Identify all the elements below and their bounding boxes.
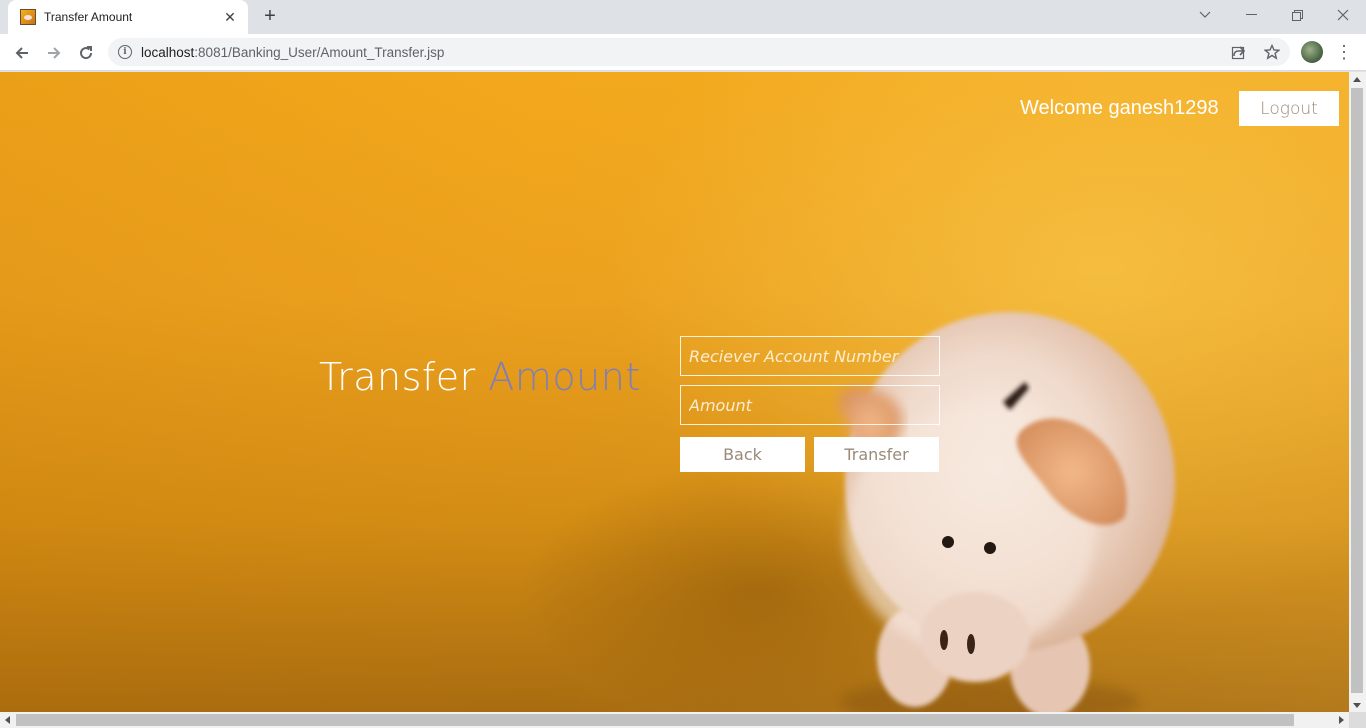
favicon-icon (20, 9, 36, 25)
scroll-down-icon[interactable] (1353, 703, 1361, 708)
share-icon[interactable] (1229, 42, 1249, 62)
restore-icon[interactable] (1274, 0, 1320, 30)
scroll-right-icon[interactable] (1339, 716, 1344, 724)
horizontal-scroll-thumb[interactable] (16, 714, 1294, 726)
browser-toolbar: i localhost:8081/Banking_User/Amount_Tra… (0, 34, 1366, 71)
page-title-word1: Transfer (319, 355, 476, 399)
vertical-scrollbar[interactable] (1349, 72, 1366, 712)
horizontal-scrollbar[interactable] (0, 712, 1349, 728)
page-title: Transfer Amount (319, 355, 641, 399)
logout-button[interactable]: Logout (1239, 91, 1339, 126)
profile-avatar[interactable] (1301, 41, 1323, 63)
amount-input[interactable] (680, 385, 940, 425)
url-host: localhost (141, 44, 195, 60)
kebab-menu-icon[interactable]: ⋮ (1334, 40, 1354, 64)
back-arrow-icon[interactable] (8, 39, 36, 67)
receiver-account-input[interactable] (680, 336, 940, 376)
transfer-button[interactable]: Transfer (814, 437, 939, 472)
browser-tab[interactable]: Transfer Amount ✕ (8, 0, 248, 34)
close-icon[interactable]: ✕ (222, 9, 238, 26)
url-path: :8081/Banking_User/Amount_Transfer.jsp (194, 44, 445, 60)
page-viewport: Welcome ganesh1298 Logout Transfer Amoun… (0, 72, 1349, 712)
vertical-scroll-thumb[interactable] (1351, 88, 1363, 693)
tab-strip: Transfer Amount ✕ + (0, 0, 1366, 34)
address-bar[interactable]: i localhost:8081/Banking_User/Amount_Tra… (108, 38, 1290, 66)
scrollbar-corner (1349, 712, 1366, 728)
close-icon[interactable] (1320, 0, 1366, 30)
minimize-icon[interactable] (1228, 0, 1274, 30)
welcome-text: Welcome ganesh1298 (1020, 97, 1219, 119)
forward-arrow-icon[interactable] (40, 39, 68, 67)
tab-title: Transfer Amount (44, 10, 133, 24)
star-icon[interactable] (1262, 42, 1282, 62)
scroll-left-icon[interactable] (5, 716, 10, 724)
plus-icon[interactable]: + (258, 5, 282, 29)
chevron-down-icon[interactable] (1182, 0, 1228, 30)
back-button[interactable]: Back (680, 437, 805, 472)
scroll-up-icon[interactable] (1353, 77, 1361, 82)
info-icon[interactable]: i (118, 45, 132, 59)
page-title-word2: Amount (488, 355, 641, 399)
reload-icon[interactable] (72, 39, 100, 67)
